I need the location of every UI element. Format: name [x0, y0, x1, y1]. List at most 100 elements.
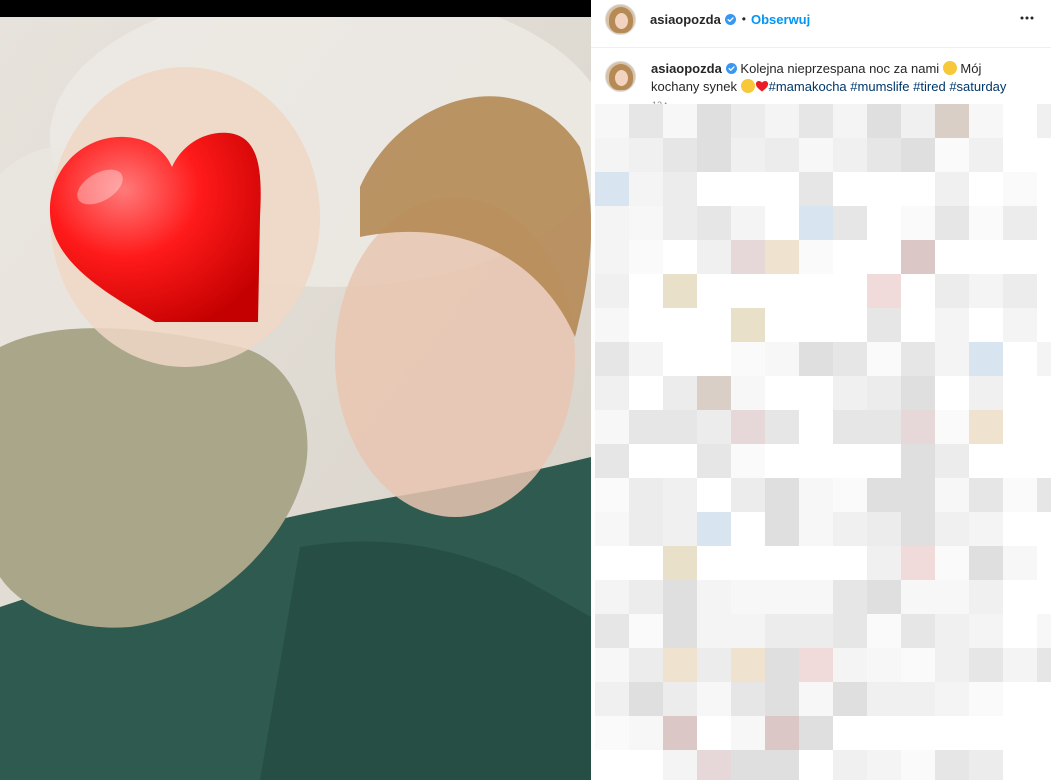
hashtag-link[interactable]: #mumslife: [850, 79, 909, 94]
blur-pixel: [663, 546, 697, 580]
blur-pixel: [867, 274, 901, 308]
blur-pixel: [629, 682, 663, 716]
blur-pixel: [697, 682, 731, 716]
blur-pixel: [765, 206, 799, 240]
blur-pixel: [1037, 580, 1051, 614]
blur-pixel: [731, 614, 765, 648]
blur-pixel: [697, 104, 731, 138]
hashtag-link[interactable]: #tired: [913, 79, 946, 94]
blur-pixel: [1003, 172, 1037, 206]
blur-pixel: [935, 750, 969, 780]
blur-pixel: [969, 138, 1003, 172]
hashtag-link[interactable]: #mamakocha: [769, 79, 847, 94]
blur-pixel: [901, 716, 935, 750]
blur-pixel: [629, 444, 663, 478]
blur-pixel: [901, 172, 935, 206]
blur-pixel: [629, 580, 663, 614]
blur-pixel: [901, 750, 935, 780]
blur-pixel: [1037, 716, 1051, 750]
blur-pixel: [629, 240, 663, 274]
more-horizontal-icon[interactable]: [1019, 10, 1035, 26]
blur-pixel: [629, 512, 663, 546]
blur-pixel: [663, 138, 697, 172]
blur-pixel: [901, 614, 935, 648]
blur-pixel: [833, 138, 867, 172]
blur-pixel: [595, 478, 629, 512]
blur-pixel: [731, 274, 765, 308]
blur-pixel: [901, 308, 935, 342]
blur-pixel: [765, 614, 799, 648]
blur-pixel: [595, 172, 629, 206]
blur-pixel: [731, 206, 765, 240]
blur-pixel: [629, 648, 663, 682]
blur-pixel: [935, 206, 969, 240]
blur-pixel: [1037, 206, 1051, 240]
blur-pixel: [595, 716, 629, 750]
blur-pixel: [833, 342, 867, 376]
blur-pixel: [867, 614, 901, 648]
blur-pixel: [697, 376, 731, 410]
blur-pixel: [1003, 240, 1037, 274]
tears-of-joy-emoji-icon: [740, 79, 755, 93]
blur-pixel: [867, 648, 901, 682]
blur-pixel: [731, 308, 765, 342]
blur-pixel: [697, 308, 731, 342]
blur-pixel: [595, 376, 629, 410]
blur-pixel: [663, 682, 697, 716]
blur-pixel: [595, 138, 629, 172]
blur-pixel: [1003, 308, 1037, 342]
blur-pixel: [969, 342, 1003, 376]
blur-pixel: [1003, 546, 1037, 580]
caption-username[interactable]: asiaopozda: [651, 61, 722, 76]
verified-badge-icon: [724, 13, 736, 25]
blur-pixel: [629, 750, 663, 780]
blur-pixel: [799, 478, 833, 512]
blur-pixel: [697, 716, 731, 750]
author-username[interactable]: asiaopozda: [650, 12, 721, 27]
caption: asiaopozda Kolejna nieprzespana noc za n…: [605, 60, 1037, 96]
blur-pixel: [799, 342, 833, 376]
blur-pixel: [1037, 648, 1051, 682]
post-photo[interactable]: [0, 0, 591, 780]
blur-pixel: [901, 240, 935, 274]
blur-pixel: [799, 138, 833, 172]
blur-pixel: [935, 478, 969, 512]
author-avatar[interactable]: [605, 3, 636, 35]
blur-pixel: [799, 682, 833, 716]
blur-pixel: [1037, 274, 1051, 308]
blur-pixel: [1037, 410, 1051, 444]
blur-pixel: [799, 750, 833, 780]
blur-pixel: [731, 240, 765, 274]
blur-pixel: [969, 172, 1003, 206]
blur-pixel: [969, 104, 1003, 138]
blur-pixel: [663, 308, 697, 342]
blur-pixel: [697, 172, 731, 206]
blur-pixel: [867, 444, 901, 478]
blur-pixel: [629, 478, 663, 512]
blur-pixel: [731, 138, 765, 172]
blur-pixel: [867, 240, 901, 274]
blur-pixel: [935, 580, 969, 614]
blur-pixel: [867, 580, 901, 614]
blur-pixel: [1037, 750, 1051, 780]
blur-pixel: [935, 104, 969, 138]
blur-pixel: [663, 648, 697, 682]
blur-pixel: [595, 274, 629, 308]
blur-pixel: [969, 750, 1003, 780]
blur-pixel: [901, 546, 935, 580]
blur-pixel: [867, 512, 901, 546]
blur-pixel: [595, 308, 629, 342]
blur-pixel: [935, 274, 969, 308]
hashtag-link[interactable]: #saturday: [949, 79, 1006, 94]
blur-pixel: [799, 308, 833, 342]
blur-pixel: [867, 546, 901, 580]
blur-pixel: [663, 580, 697, 614]
blur-pixel: [595, 682, 629, 716]
blur-pixel: [901, 682, 935, 716]
follow-button[interactable]: Obserwuj: [751, 12, 810, 27]
blur-pixel: [833, 614, 867, 648]
blur-pixel: [1037, 308, 1051, 342]
blur-pixel: [935, 648, 969, 682]
blur-pixel: [765, 546, 799, 580]
caption-author-avatar[interactable]: [605, 61, 636, 92]
